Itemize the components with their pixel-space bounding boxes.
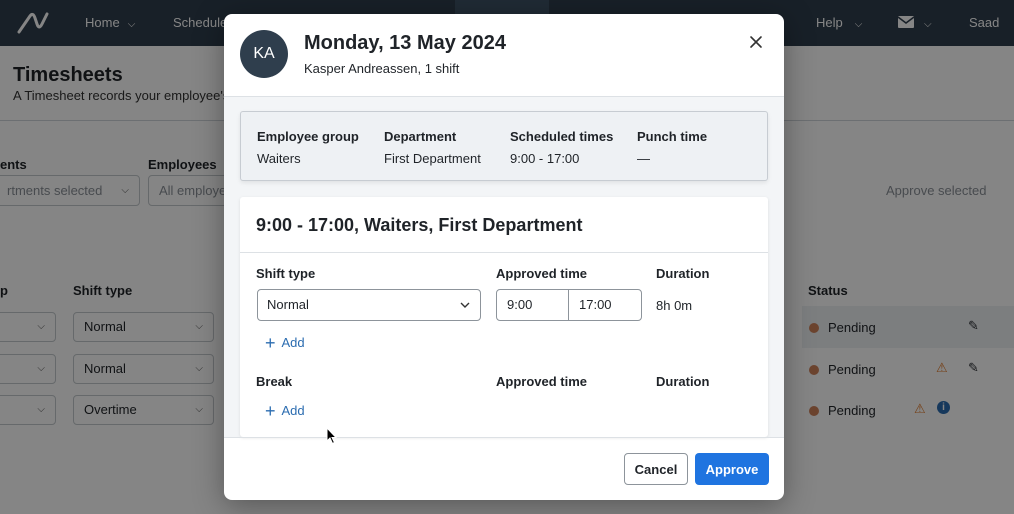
duration-label: Duration <box>656 266 710 281</box>
card-divider <box>240 252 768 253</box>
end-time-input[interactable]: 17:00 <box>568 289 642 321</box>
punch-time-summary: Punch time — <box>637 129 707 166</box>
approved-time-label: Approved time <box>496 266 588 281</box>
employee-group-value: Waiters <box>257 151 301 166</box>
dialog-subtitle: Kasper Andreassen, 1 shift <box>304 61 460 76</box>
employee-group-summary: Employee group Waiters <box>257 129 359 166</box>
break-label: Break <box>256 374 293 389</box>
add-break-label: Add <box>281 403 305 418</box>
plus-icon: + <box>265 401 276 421</box>
add-break-button[interactable]: + Add <box>265 401 305 422</box>
department-value: First Department <box>384 151 481 166</box>
shift-summary-panel: Employee group Waiters Department First … <box>240 111 768 181</box>
chevron-down-icon <box>460 302 470 308</box>
mouse-cursor-icon <box>326 427 338 445</box>
duration-value: 8h 0m <box>656 298 693 313</box>
break-duration-label: Duration <box>656 374 710 389</box>
cancel-button[interactable]: Cancel <box>624 453 688 485</box>
shift-card: 9:00 - 17:00, Waiters, First Department … <box>240 197 768 437</box>
start-time-input[interactable]: 9:00 <box>496 289 569 321</box>
department-label: Department <box>384 129 457 144</box>
scheduled-times-value: 9:00 - 17:00 <box>510 151 580 166</box>
approve-button[interactable]: Approve <box>695 453 769 485</box>
scheduled-times-label: Scheduled times <box>510 129 614 144</box>
shift-type-label: Shift type <box>256 266 316 281</box>
footer-divider <box>224 437 784 438</box>
shift-title: 9:00 - 17:00, Waiters, First Department <box>256 215 583 235</box>
avatar: KA <box>240 30 288 78</box>
shift-type-select[interactable]: Normal <box>257 289 481 321</box>
dialog-title: Monday, 13 May 2024 <box>304 32 506 54</box>
add-label: Add <box>281 335 305 350</box>
break-approved-time-label: Approved time <box>496 374 588 389</box>
add-shift-type-button[interactable]: + Add <box>265 333 305 354</box>
shift-type-value: Normal <box>267 297 309 312</box>
close-icon[interactable] <box>746 32 766 52</box>
punch-time-value: — <box>637 151 650 166</box>
dialog-content[interactable]: Employee group Waiters Department First … <box>224 97 784 437</box>
punch-time-label: Punch time <box>637 129 708 144</box>
timesheet-approval-dialog: KA Monday, 13 May 2024 Kasper Andreassen… <box>224 14 784 500</box>
scheduled-times-summary: Scheduled times 9:00 - 17:00 <box>510 129 613 166</box>
plus-icon: + <box>265 333 276 353</box>
employee-group-label: Employee group <box>257 129 359 144</box>
department-summary: Department First Department <box>384 129 481 166</box>
